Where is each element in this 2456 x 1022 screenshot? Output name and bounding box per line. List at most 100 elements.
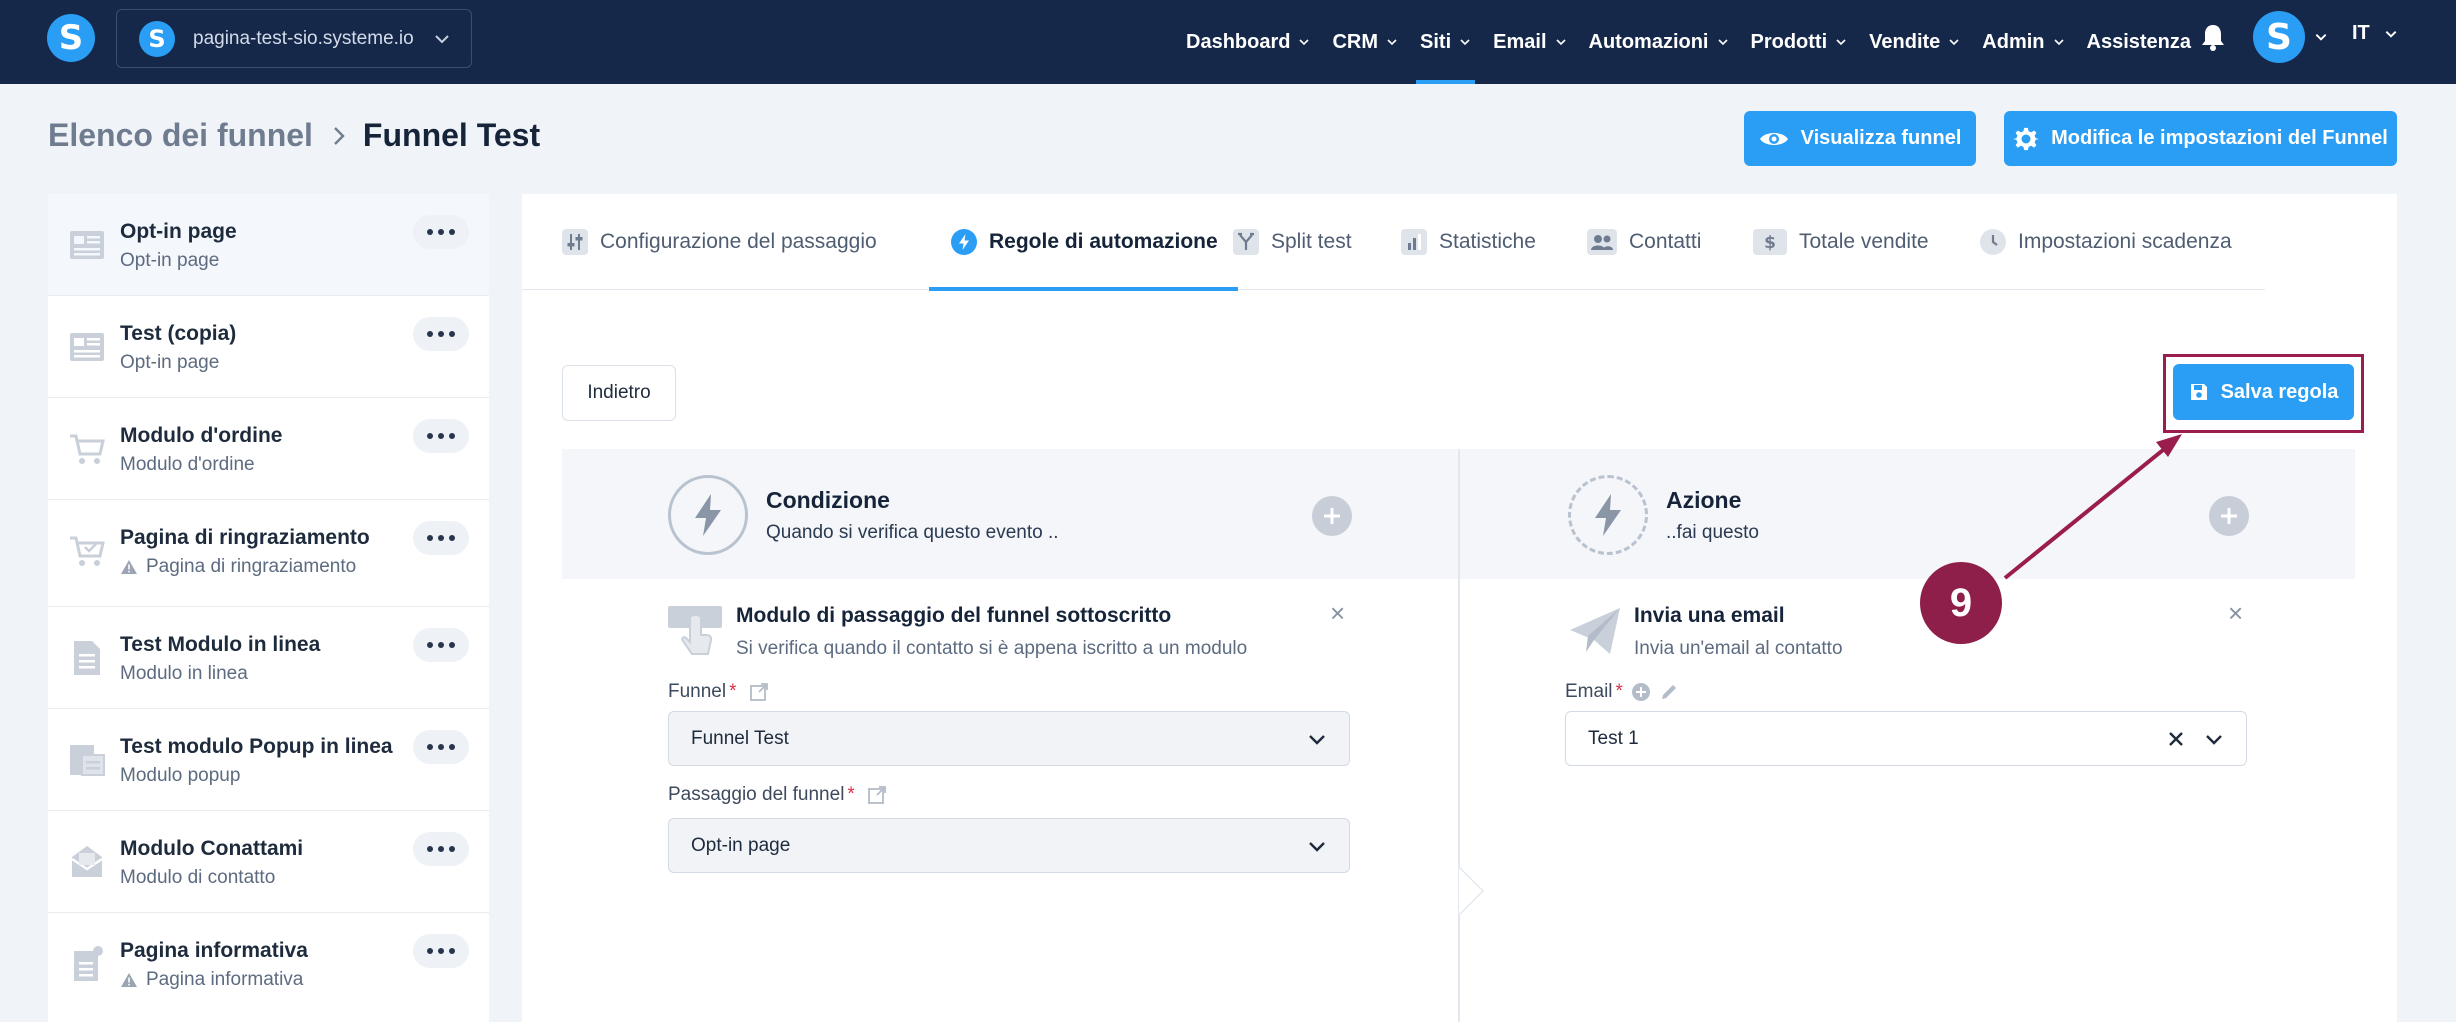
language-selector[interactable]: IT [2352,22,2398,45]
required-asterisk: * [729,681,737,702]
more-dots-icon [427,229,455,235]
page-title: Funnel Test [362,117,541,153]
sidebar-step-pagina-ringraziamento[interactable]: Pagina di ringraziamento Pagina di ringr… [48,500,489,607]
document-icon [74,641,100,675]
sidebar-step-test-copia[interactable]: Test (copia) Opt-in page [48,296,489,398]
top-navigation-bar: S S pagina-test-sio.systeme.io Dashboard… [0,0,2456,84]
add-condition-button[interactable] [1312,496,1352,536]
add-email-plus-icon[interactable] [1631,682,1651,702]
step-more-button[interactable] [413,521,469,555]
menu-item-prodotti[interactable]: Prodotti [1751,0,1848,84]
step-detail-panel: Configurazione del passaggio Regole di a… [522,194,2397,1022]
step-subtitle: Opt-in page [120,250,219,272]
form-click-icon [668,606,722,655]
funnel-step-select[interactable]: Opt-in page [668,818,1350,873]
step-more-button[interactable] [413,215,469,249]
add-action-button[interactable] [2209,496,2249,536]
funnel-field-label: Funnel * [668,681,769,703]
plus-icon [1324,508,1340,524]
menu-item-admin[interactable]: Admin [1982,0,2064,84]
tab-regole-automazione[interactable]: Regole di automazione [929,194,1238,291]
step-title: Test Modulo in linea [120,633,321,656]
back-button[interactable]: Indietro [562,365,676,421]
remove-trigger-close-icon[interactable]: × [1330,600,1345,626]
sidebar-step-modulo-ordine[interactable]: Modulo d'ordine Modulo d'ordine [48,398,489,500]
edit-funnel-settings-button[interactable]: Modifica le impostazioni del Funnel [2004,111,2397,166]
chevron-down-icon [1387,39,1397,46]
tab-contatti[interactable]: Contatti [1587,194,1701,290]
sidebar-step-pagina-informativa[interactable]: Pagina informativa Pagina informativa [48,913,489,1015]
tab-impostazioni-scadenza[interactable]: Impostazioni scadenza [1980,194,2232,290]
step-subtitle: Modulo di contatto [120,867,275,889]
step-title: Pagina di ringraziamento [120,526,370,549]
step-type: Opt-in page [120,352,220,373]
page-layout-icon [70,333,104,361]
breadcrumb-parent-link[interactable]: Elenco dei funnel [48,117,313,154]
menu-item-vendite[interactable]: Vendite [1869,0,1960,84]
bell-icon[interactable] [2199,22,2227,52]
users-icon [1587,229,1617,255]
save-rule-label: Salva regola [2220,380,2339,403]
menu-item-email[interactable]: Email [1493,0,1566,84]
svg-text:$: $ [1764,233,1776,253]
edit-email-pencil-icon[interactable] [1659,682,1679,702]
step-type: Modulo in linea [120,663,248,684]
breadcrumb: Elenco dei funnel Funnel Test [48,117,540,154]
funnel-select[interactable]: Funnel Test [668,711,1350,766]
chevron-right-icon [331,125,347,147]
action-header: Azione ..fai questo [1568,475,1759,555]
step-more-button[interactable] [413,419,469,453]
tab-configurazione[interactable]: Configurazione del passaggio [562,194,877,290]
step-title: Test modulo Popup in linea [120,735,393,758]
bolt-icon [951,229,977,255]
save-rule-button[interactable]: Salva regola [2173,364,2354,420]
menu-item-dashboard[interactable]: Dashboard [1186,0,1310,84]
step-type: Opt-in page [120,250,220,271]
menu-item-crm[interactable]: CRM [1332,0,1398,84]
step-more-button[interactable] [413,832,469,866]
chevron-down-icon[interactable] [2314,30,2328,44]
tab-label: Totale vendite [1799,230,1929,253]
automation-rule-editor: Condizione Quando si verifica questo eve… [562,449,2355,1022]
more-dots-icon [427,744,455,750]
action-item: Invia una email Invia un'email al contat… [1568,604,1843,660]
step-more-button[interactable] [413,934,469,968]
chevron-down-icon [2206,735,2222,745]
tab-totale-vendite[interactable]: $ Totale vendite [1753,194,1929,290]
site-selector[interactable]: S pagina-test-sio.systeme.io [116,9,472,68]
more-dots-icon [427,642,455,648]
menu-item-label: CRM [1332,30,1379,53]
sidebar-step-modulo-conattami[interactable]: Modulo Conattami Modulo di contatto [48,811,489,913]
tab-statistiche[interactable]: Statistiche [1401,194,1536,290]
menu-item-automazioni[interactable]: Automazioni [1589,0,1729,84]
sidebar-step-opt-in-page[interactable]: Opt-in page Opt-in page [48,194,489,296]
view-funnel-button[interactable]: Visualizza funnel [1744,111,1976,166]
clock-icon [1980,229,2006,255]
more-dots-icon [427,433,455,439]
dollar-icon: $ [1753,229,1787,255]
required-asterisk: * [847,784,855,805]
floppy-disk-icon [2190,384,2207,400]
step-more-button[interactable] [413,628,469,662]
menu-item-siti[interactable]: Siti [1416,0,1476,84]
menu-item-label: Prodotti [1750,30,1828,53]
external-link-icon[interactable] [749,682,769,702]
email-label-text: Email [1565,681,1613,702]
step-more-button[interactable] [413,317,469,351]
step-subtitle: Modulo popup [120,765,240,787]
email-select[interactable]: Test 1 [1565,711,2247,766]
sidebar-step-test-modulo-popup[interactable]: Test modulo Popup in linea Modulo popup [48,709,489,811]
remove-action-close-icon[interactable]: × [2228,600,2243,626]
brand-logo[interactable]: S [47,14,95,62]
condition-title: Condizione [766,486,890,513]
step-subtitle: Pagina informativa [120,969,303,991]
step-more-button[interactable] [413,730,469,764]
external-link-icon[interactable] [867,785,887,805]
menu-item-assistenza[interactable]: Assistenza [2087,0,2192,84]
clear-x-icon[interactable] [2166,729,2186,749]
user-avatar[interactable]: S [2253,11,2305,63]
sidebar-step-test-modulo-in-linea[interactable]: Test Modulo in linea Modulo in linea [48,607,489,709]
tab-split-test[interactable]: Split test [1233,194,1352,290]
bolt-icon [668,475,748,555]
trigger-title: Modulo di passaggio del funnel sottoscri… [736,604,1172,627]
